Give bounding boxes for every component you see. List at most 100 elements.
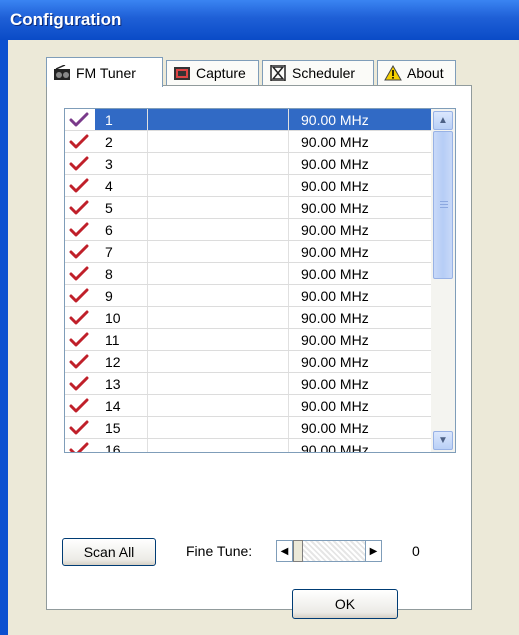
channel-number: 15 xyxy=(105,420,121,436)
check-icon[interactable] xyxy=(69,243,89,261)
capture-icon xyxy=(173,65,191,81)
tab-capture[interactable]: Capture xyxy=(166,60,259,85)
tab-label: Scheduler xyxy=(292,65,356,81)
channel-row[interactable]: 9 90.00 MHz xyxy=(65,285,431,307)
grip-line xyxy=(440,201,448,202)
hourglass-icon xyxy=(269,64,287,82)
column-separator xyxy=(147,285,148,306)
channel-number: 4 xyxy=(105,178,113,194)
channel-frequency: 90.00 MHz xyxy=(301,288,369,304)
channel-row[interactable]: 12 90.00 MHz xyxy=(65,351,431,373)
column-separator xyxy=(147,351,148,372)
title-bar: Configuration xyxy=(0,0,519,40)
channel-row[interactable]: 1 90.00 MHz xyxy=(65,109,431,131)
channel-frequency: 90.00 MHz xyxy=(301,112,369,128)
channel-row[interactable]: 15 90.00 MHz xyxy=(65,417,431,439)
channel-row[interactable]: 13 90.00 MHz xyxy=(65,373,431,395)
column-separator xyxy=(288,175,289,196)
scroll-down-button[interactable]: ▼ xyxy=(433,431,453,450)
channel-number: 12 xyxy=(105,354,121,370)
channel-row[interactable]: 8 90.00 MHz xyxy=(65,263,431,285)
check-icon[interactable] xyxy=(69,177,89,195)
tab-about[interactable]: About xyxy=(377,60,456,85)
channel-row[interactable]: 6 90.00 MHz xyxy=(65,219,431,241)
column-separator xyxy=(288,197,289,218)
column-separator xyxy=(288,241,289,262)
check-icon[interactable] xyxy=(69,353,89,371)
channel-number: 9 xyxy=(105,288,113,304)
channel-row[interactable]: 4 90.00 MHz xyxy=(65,175,431,197)
channel-row[interactable]: 10 90.00 MHz xyxy=(65,307,431,329)
check-icon[interactable] xyxy=(69,309,89,327)
tab-fm-tuner[interactable]: FM Tuner xyxy=(46,57,163,87)
column-separator xyxy=(288,329,289,350)
channel-row[interactable]: 16 90.00 MHz xyxy=(65,439,431,452)
slider-track[interactable] xyxy=(293,540,365,562)
slider-left-button[interactable]: ◀ xyxy=(276,540,293,562)
channel-frequency: 90.00 MHz xyxy=(301,310,369,326)
tab-label: Capture xyxy=(196,65,246,81)
channel-row[interactable]: 11 90.00 MHz xyxy=(65,329,431,351)
channel-row[interactable]: 3 90.00 MHz xyxy=(65,153,431,175)
column-separator xyxy=(147,197,148,218)
vertical-scrollbar[interactable]: ▲ ▼ xyxy=(431,109,455,452)
slider-thumb[interactable] xyxy=(293,540,303,562)
check-icon[interactable] xyxy=(69,419,89,437)
check-icon[interactable] xyxy=(69,133,89,151)
column-separator xyxy=(147,373,148,394)
channel-frequency: 90.00 MHz xyxy=(301,156,369,172)
grip-line xyxy=(440,204,448,205)
channel-frequency: 90.00 MHz xyxy=(301,200,369,216)
scan-all-button[interactable]: Scan All xyxy=(62,538,156,566)
column-separator xyxy=(147,153,148,174)
fine-tune-slider[interactable]: ◀ ▶ xyxy=(276,540,382,562)
check-icon[interactable] xyxy=(69,287,89,305)
column-separator xyxy=(288,263,289,284)
fine-tune-value: 0 xyxy=(412,543,420,559)
check-icon[interactable] xyxy=(69,111,89,129)
check-icon[interactable] xyxy=(69,397,89,415)
channel-row[interactable]: 7 90.00 MHz xyxy=(65,241,431,263)
channel-frequency: 90.00 MHz xyxy=(301,354,369,370)
column-separator xyxy=(147,439,148,452)
column-separator xyxy=(288,109,289,130)
column-separator xyxy=(288,395,289,416)
column-separator xyxy=(288,219,289,240)
radio-icon xyxy=(53,63,71,81)
channel-number: 13 xyxy=(105,376,121,392)
channel-frequency: 90.00 MHz xyxy=(301,398,369,414)
tab-scheduler[interactable]: Scheduler xyxy=(262,60,374,85)
ok-button[interactable]: OK xyxy=(292,589,398,619)
channel-frequency: 90.00 MHz xyxy=(301,266,369,282)
channel-frequency: 90.00 MHz xyxy=(301,244,369,260)
channel-frequency: 90.00 MHz xyxy=(301,134,369,150)
warning-icon xyxy=(384,64,402,81)
channel-list[interactable]: 1 90.00 MHz 2 90.00 MHz 3 90.00 MHz 4 90.00 MHz… xyxy=(64,108,456,453)
check-icon[interactable] xyxy=(69,331,89,349)
channel-row[interactable]: 5 90.00 MHz xyxy=(65,197,431,219)
column-separator xyxy=(288,417,289,438)
scroll-up-button[interactable]: ▲ xyxy=(433,111,453,130)
column-separator xyxy=(288,351,289,372)
check-icon[interactable] xyxy=(69,265,89,283)
scroll-thumb[interactable] xyxy=(433,131,453,279)
check-icon[interactable] xyxy=(69,221,89,239)
column-separator xyxy=(147,329,148,350)
check-icon[interactable] xyxy=(69,155,89,173)
channel-number: 8 xyxy=(105,266,113,282)
check-icon[interactable] xyxy=(69,441,89,452)
channel-row[interactable]: 2 90.00 MHz xyxy=(65,131,431,153)
channel-frequency: 90.00 MHz xyxy=(301,420,369,436)
column-separator xyxy=(147,219,148,240)
slider-right-button[interactable]: ▶ xyxy=(365,540,382,562)
tab-label: About xyxy=(407,65,444,81)
check-icon[interactable] xyxy=(69,375,89,393)
grip-line xyxy=(440,207,448,208)
channel-number: 3 xyxy=(105,156,113,172)
column-separator xyxy=(288,285,289,306)
channel-frequency: 90.00 MHz xyxy=(301,178,369,194)
channel-number: 11 xyxy=(105,332,120,348)
channel-row[interactable]: 14 90.00 MHz xyxy=(65,395,431,417)
check-icon[interactable] xyxy=(69,199,89,217)
channel-number: 2 xyxy=(105,134,113,150)
